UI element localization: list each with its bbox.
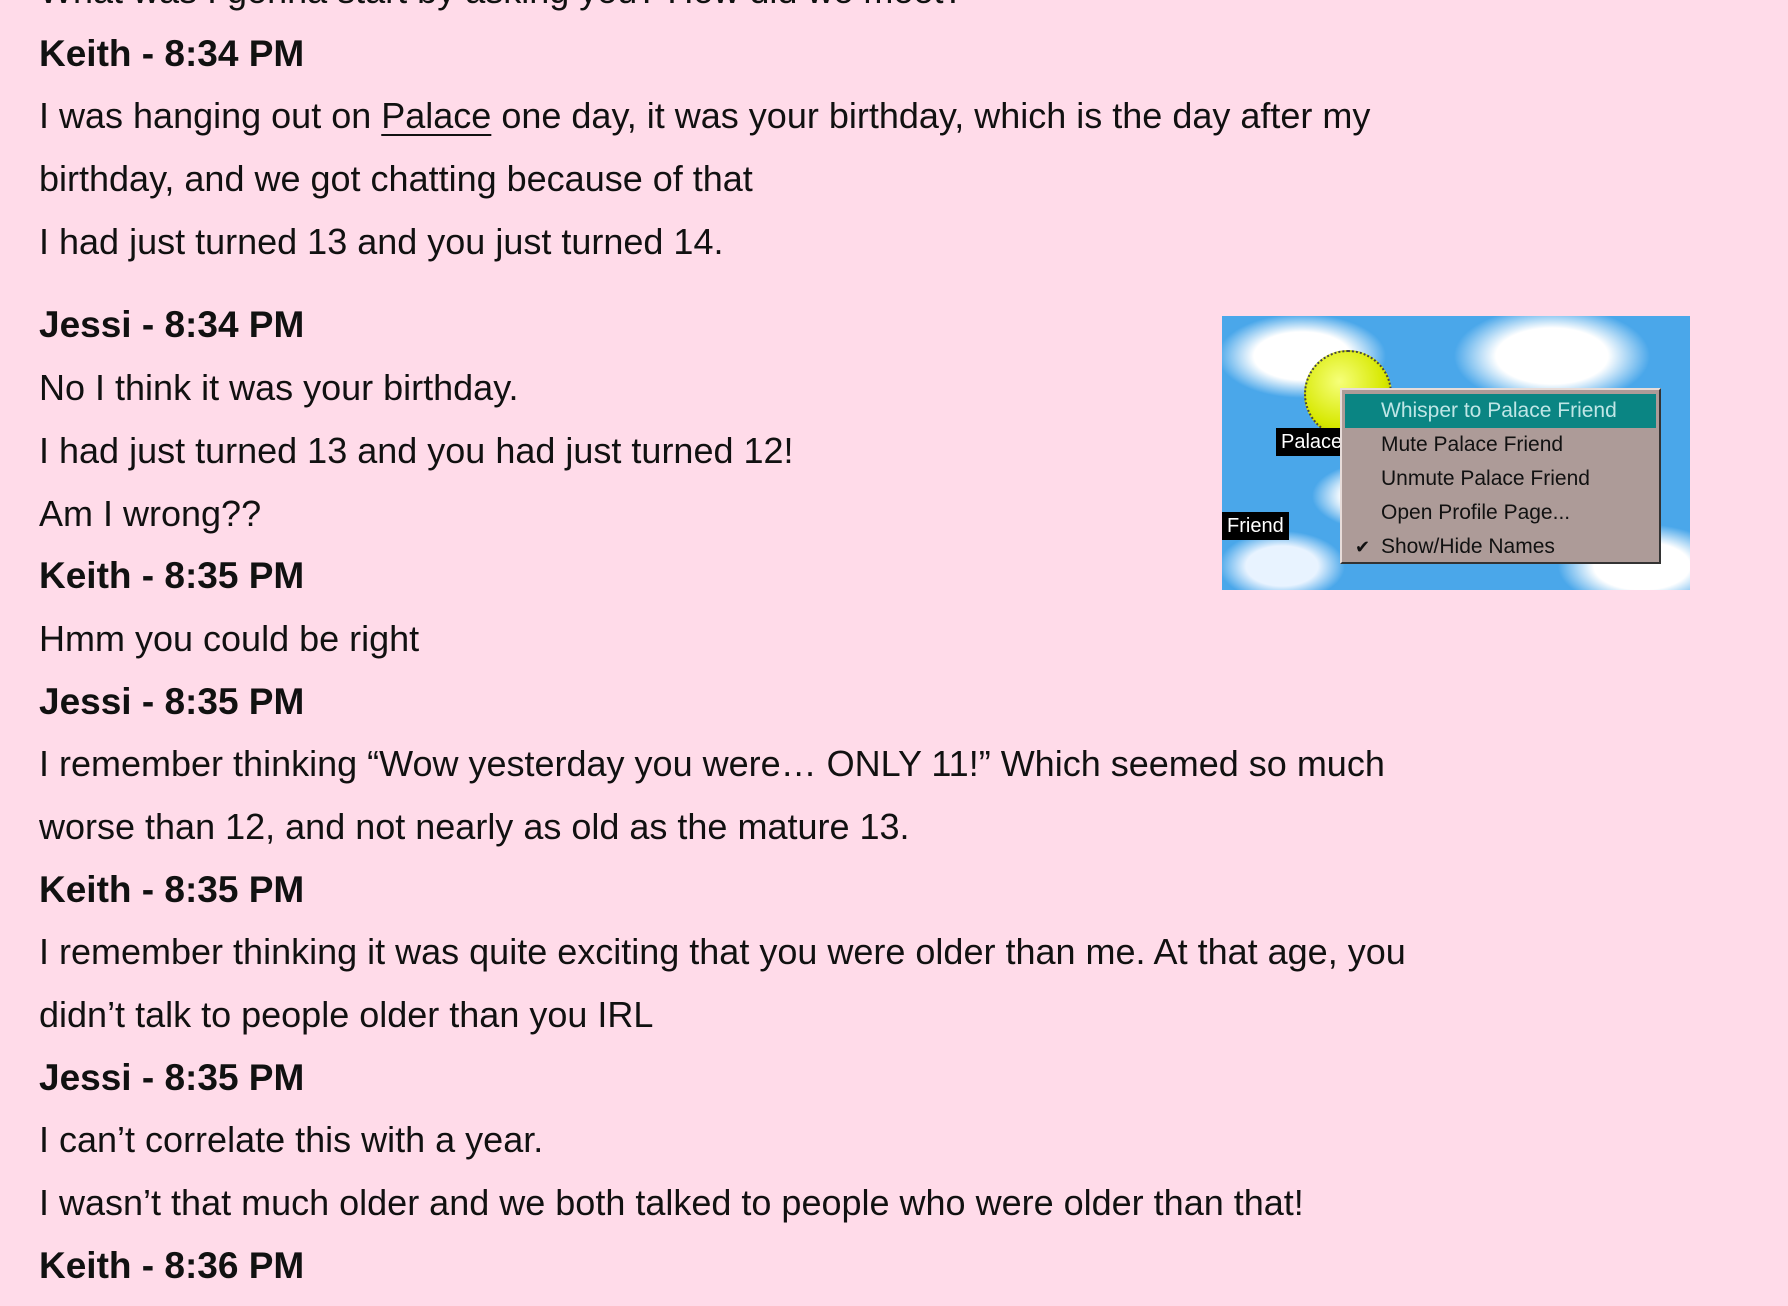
- checkmark-icon: ✔: [1355, 537, 1371, 557]
- message-text: I was hanging out on Palace one day, it …: [39, 85, 1739, 148]
- message-header: Keith - 8:34 PM: [39, 32, 305, 74]
- message-header: Keith - 8:35 PM: [39, 868, 305, 910]
- message-text: Hmm you could be right: [39, 617, 420, 659]
- message-text: didn’t talk to people older than you IRL: [39, 994, 654, 1035]
- palace-screenshot-image: Palace Friend Whisper to Palace Friend M…: [1222, 316, 1690, 590]
- message-header: Jessi - 8:35 PM: [39, 1056, 305, 1098]
- message-text: I can’t correlate this with a year.: [39, 1119, 544, 1161]
- name-label: Friend: [1222, 512, 1289, 540]
- message-text: I had just turned 13 and you just turned…: [39, 220, 724, 262]
- message-text: What was I gonna start by asking you? Ho…: [39, 0, 1739, 23]
- message-header: Jessi - 8:35 PM: [39, 680, 305, 722]
- chat-transcript: What was I gonna start by asking you? Ho…: [39, 0, 1739, 1297]
- message-text: I wasn’t that much older and we both tal…: [39, 1182, 1304, 1224]
- context-menu: Whisper to Palace Friend Mute Palace Fri…: [1340, 388, 1661, 564]
- menu-item-open-profile[interactable]: Open Profile Page...: [1345, 496, 1656, 530]
- text-segment: one day, it was your birthday, which is …: [491, 95, 1371, 137]
- message-text: worse than 12, and not nearly as old as …: [39, 805, 910, 847]
- message-header: Keith - 8:36 PM: [39, 1244, 305, 1286]
- message-text: birthday, and we got chatting because of…: [39, 158, 753, 200]
- menu-item-whisper[interactable]: Whisper to Palace Friend: [1345, 394, 1656, 428]
- menu-item-unmute[interactable]: Unmute Palace Friend: [1345, 462, 1656, 496]
- name-label: Palace: [1276, 428, 1348, 456]
- message-text: I remember thinking it was quite excitin…: [39, 931, 1406, 973]
- menu-item-label: Show/Hide Names: [1381, 535, 1555, 558]
- palace-link[interactable]: Palace: [381, 95, 491, 136]
- menu-item-mute[interactable]: Mute Palace Friend: [1345, 428, 1656, 462]
- text-segment: I was hanging out on: [39, 95, 382, 137]
- menu-item-show-hide-names[interactable]: ✔ Show/Hide Names: [1345, 530, 1656, 564]
- message-text: I remember thinking “Wow yesterday you w…: [39, 743, 1385, 785]
